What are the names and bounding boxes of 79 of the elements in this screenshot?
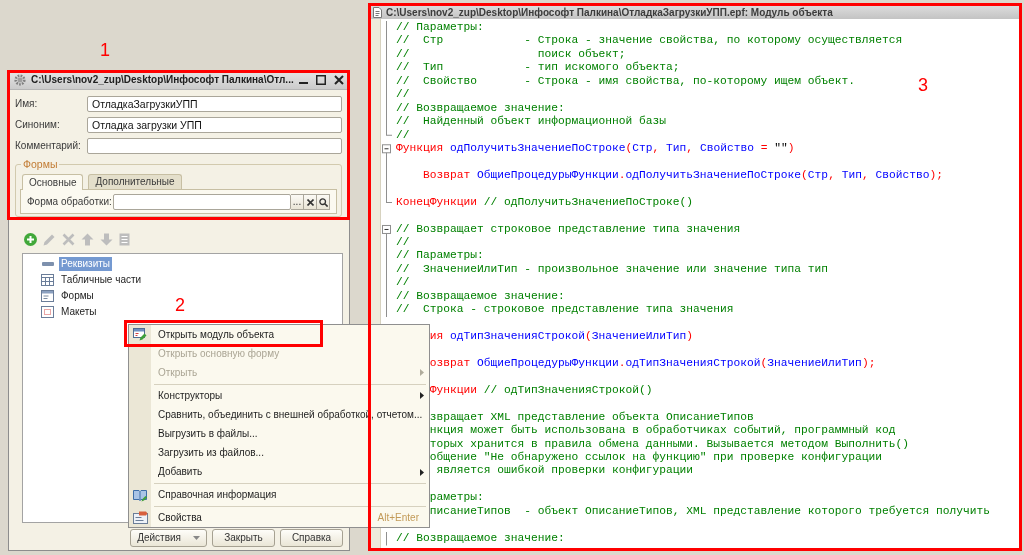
code-line: // Найденный объект информационной базы <box>396 115 667 128</box>
annotation-number: 3 <box>918 76 928 94</box>
menu-item[interactable]: Справочная информация <box>129 488 282 502</box>
search-icon <box>318 197 328 207</box>
code-line: // Свойство - Строка - имя свойства, по-которому ищем объект. <box>396 74 856 87</box>
code-line: ия одТипЗначенияСтрокой(ЗначениеИлиТип) <box>429 330 694 343</box>
properties-icon <box>132 511 148 525</box>
code-line: // Возвращаемое значение: <box>396 101 565 114</box>
code-line: // <box>396 236 410 248</box>
text-field[interactable] <box>113 194 291 210</box>
caret-icon <box>193 536 200 540</box>
dialog-button[interactable]: Закрыть <box>212 529 275 547</box>
group-title: Формы <box>22 159 59 170</box>
code-line: нкция может быть использована в обработчиках событий, программный код <box>429 424 896 437</box>
code-line: озврат ОбщиеПроцедурыФункции.одТипЗначенияСтрокой(ЗначениеИлиТип); <box>429 356 876 369</box>
dash-icon <box>41 262 54 266</box>
code-line: КонецФункции // одПолучитьЗначениеПоСтроке() <box>396 195 694 208</box>
annotation-number: 2 <box>175 296 185 314</box>
code-line: звращает XML представление объекта ОписаниеТипов <box>429 410 754 423</box>
code-line: // Строка - строковое представление типа значения <box>396 303 734 316</box>
code-line: // Возвращаемое значение: <box>396 289 565 302</box>
tree-item[interactable]: Формы <box>59 289 96 303</box>
book-icon <box>133 488 147 502</box>
menu-item[interactable]: Конструкторы <box>129 389 429 403</box>
code-line: // Параметры: <box>396 249 484 262</box>
close-icon[interactable] <box>334 75 344 85</box>
table-icon <box>41 274 54 286</box>
menu-item[interactable]: Выгрузить в файлы... <box>129 427 263 441</box>
code-line: // Возвращает строковое представление типа значения <box>396 222 741 235</box>
search-button[interactable] <box>317 194 330 210</box>
window-title: C:\Users\nov2_zup\Desktop\Инфософт Палкина\Отл... <box>31 74 294 86</box>
code-line: общение "Не обнаружено ссылок на функцию" при проверке конфигурации <box>429 451 883 463</box>
tab[interactable]: Дополнительные <box>88 174 182 189</box>
code-line: // Возвращаемое значение: <box>396 531 565 544</box>
shortcut-label: Alt+Enter <box>377 511 419 524</box>
code-line: // Параметры: <box>396 21 484 33</box>
tree-item[interactable]: Макеты <box>59 305 99 319</box>
menu-item[interactable]: Открыть модуль объекта <box>129 328 279 342</box>
code-line: // <box>396 88 410 101</box>
code-line: // поиск объект; <box>396 47 626 60</box>
form-icon <box>41 290 54 302</box>
dialog-button[interactable]: Справка <box>280 529 343 547</box>
code-line: является ошибкой проверки конфигурации <box>435 464 694 477</box>
gear-icon <box>14 74 26 86</box>
text-field[interactable] <box>87 138 342 154</box>
menu-item[interactable]: Добавить <box>129 465 429 479</box>
window-icon <box>133 328 147 342</box>
code-line: писаниеТипов - объект ОписаниеТипов, XML представление которого требуется получить <box>429 504 991 517</box>
code-line: // Тип - тип искомого объекта; <box>396 61 680 74</box>
code-line: // ЗначениеИлиТип - произвольное значение или значение типа тип <box>396 262 829 275</box>
clear-button[interactable] <box>304 194 317 210</box>
code-line: Функции // одТипЗначенияСтрокой() <box>429 383 653 396</box>
code-line: торых хранится в правила обмена данными. Вызывается методом Выполнить() <box>429 437 910 450</box>
code-line: раметры: <box>429 491 484 504</box>
text-field[interactable]: Отладка загрузки УПП <box>87 117 342 133</box>
field-label: Форма обработки: <box>27 196 113 208</box>
text-field[interactable]: ОтладкаЗагрузкиУПП <box>87 96 342 112</box>
template-icon <box>41 306 54 318</box>
menu-item[interactable]: Загрузить из файлов... <box>129 446 269 460</box>
dropdown-button[interactable]: Действия <box>130 529 207 547</box>
choose-button[interactable]: ... <box>291 194 304 210</box>
add-icon[interactable] <box>24 232 37 246</box>
collapse-icon[interactable] <box>382 144 391 154</box>
cross-icon <box>306 198 314 206</box>
annotation-number: 1 <box>100 41 110 59</box>
code-line: Возврат ОбщиеПроцедурыФункции.одПолучитьЗначениеПоСтроке(Стр, Тип, Свойство); <box>422 168 943 181</box>
window-title: C:\Users\nov2_zup\Desktop\Инфософт Палкина\ОтладкаЗагрузкиУПП.epf: Модуль объекта <box>386 7 833 18</box>
code-line: // <box>396 128 410 141</box>
collapse-icon[interactable] <box>382 225 391 234</box>
code-line: Функция одПолучитьЗначениеПоСтроке(Стр, Тип, Свойство = "") <box>396 141 795 154</box>
menu-item[interactable]: Свойства Alt+Enter <box>129 511 429 525</box>
maximize-icon[interactable] <box>316 75 326 85</box>
code-line: // <box>396 276 410 289</box>
tab[interactable]: Основные <box>22 174 84 190</box>
code-line: // Стр - Строка - значение свойства, по которому осуществляется <box>396 34 903 47</box>
tree-item[interactable]: Табличные части <box>59 273 144 287</box>
field-label: Имя: <box>15 98 39 110</box>
field-label: Синоним: <box>15 119 61 131</box>
field-label: Комментарий: <box>15 140 82 152</box>
